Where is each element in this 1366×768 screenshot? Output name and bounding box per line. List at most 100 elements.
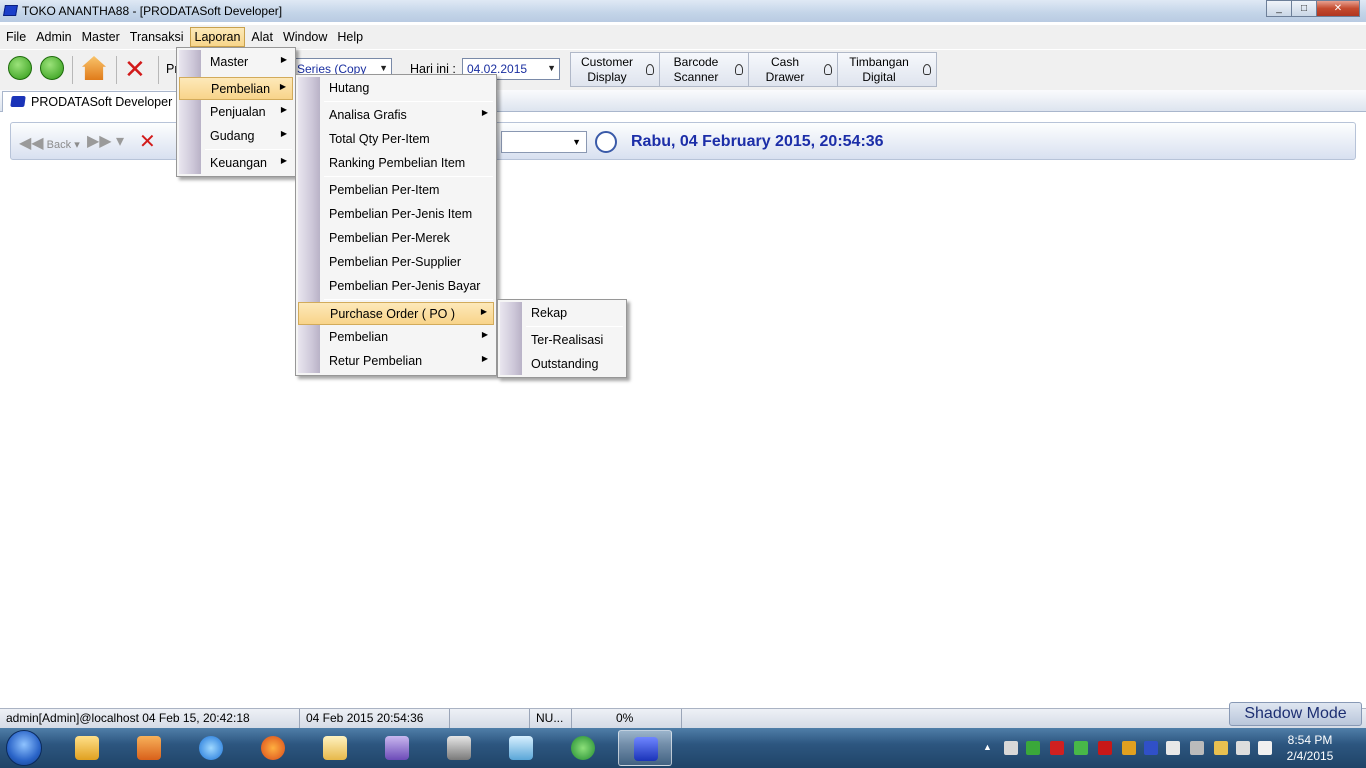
bulb-icon <box>735 64 743 75</box>
tray-icon[interactable] <box>1004 741 1018 755</box>
tray-icon[interactable] <box>1166 741 1180 755</box>
shadow-mode-button[interactable]: Shadow Mode <box>1229 702 1362 726</box>
tab-prodatasoft-developer[interactable]: PRODATASoft Developer <box>2 91 180 112</box>
menu-item-pembelian-sub[interactable]: Pembelian ▶ <box>298 326 494 349</box>
menu-item-per-merek[interactable]: Pembelian Per-Merek <box>298 227 494 250</box>
status-bar: admin[Admin]@localhost 04 Feb 15, 20:42:… <box>0 708 1366 728</box>
menu-item-ter-realisasi[interactable]: Ter-Realisasi <box>500 329 624 352</box>
tray-icon[interactable] <box>1098 741 1112 755</box>
forward-button[interactable]: ▶▶ ▾ <box>87 131 124 151</box>
device-label: Scanner <box>673 70 719 84</box>
close-x-icon[interactable]: ✕ <box>124 54 146 85</box>
menu-item-ranking[interactable]: Ranking Pembelian Item <box>298 152 494 175</box>
tray-expand-icon[interactable]: ▲ <box>983 742 992 752</box>
home-icon[interactable] <box>82 56 106 80</box>
menu-item-label: Master <box>210 55 249 69</box>
app-taskbar-button[interactable] <box>370 730 424 766</box>
firefox-taskbar-button[interactable] <box>246 730 300 766</box>
media-player-icon <box>137 736 161 760</box>
network-icon[interactable] <box>1214 741 1228 755</box>
submenu-arrow-icon: ▶ <box>280 55 287 64</box>
volume-icon[interactable] <box>1236 741 1250 755</box>
notepad-taskbar-button[interactable] <box>308 730 362 766</box>
stop-icon[interactable]: ✕ <box>139 129 156 154</box>
minimize-button[interactable]: _ <box>1266 0 1292 17</box>
explorer-taskbar-button[interactable] <box>60 730 114 766</box>
menu-item-label: Gudang <box>210 129 255 143</box>
menu-item-per-supplier[interactable]: Pembelian Per-Supplier <box>298 251 494 274</box>
tray-icon[interactable] <box>1190 741 1204 755</box>
menu-item-per-jenis-item[interactable]: Pembelian Per-Jenis Item <box>298 203 494 226</box>
forward-arrow-icon[interactable] <box>40 56 64 80</box>
menu-laporan[interactable]: Laporan <box>189 27 246 47</box>
address-combo[interactable]: ▼ <box>501 131 587 153</box>
clock-date: 2/4/2015 <box>1286 749 1334 763</box>
device-label: Display <box>587 70 627 84</box>
firefox-icon <box>261 736 285 760</box>
timbangan-digital-button[interactable]: Timbangan Digital <box>837 52 937 87</box>
system-clock[interactable]: 8:54 PM 2/4/2015 <box>1280 732 1340 764</box>
tray-icon[interactable] <box>1050 741 1064 755</box>
status-progress: 0% <box>572 709 682 728</box>
ie-taskbar-button[interactable] <box>184 730 238 766</box>
menu-item-retur-pembelian[interactable]: Retur Pembelian ▶ <box>298 350 494 373</box>
menu-item-rekap[interactable]: Rekap <box>500 302 624 325</box>
customer-display-button[interactable]: Customer Display <box>570 52 660 87</box>
submenu-arrow-icon: ▶ <box>480 307 487 316</box>
tray-icon[interactable] <box>1074 741 1088 755</box>
menu-file[interactable]: File <box>2 28 30 46</box>
menu-item-keuangan[interactable]: Keuangan ▶ <box>179 152 293 175</box>
maximize-button[interactable]: □ <box>1291 0 1317 17</box>
menu-item-master[interactable]: Master ▶ <box>179 51 293 74</box>
chevron-down-icon: ▼ <box>379 63 388 73</box>
menu-item-purchase-order[interactable]: Purchase Order ( PO ) ▶ <box>298 302 494 325</box>
current-datetime: Rabu, 04 February 2015, 20:54:36 <box>631 133 884 150</box>
tray-icon[interactable] <box>1122 741 1136 755</box>
menu-alat[interactable]: Alat <box>247 28 277 46</box>
barcode-scanner-button[interactable]: Barcode Scanner <box>659 52 749 87</box>
folder-icon <box>75 736 99 760</box>
menu-item-hutang[interactable]: Hutang <box>298 77 494 100</box>
tray-icon[interactable] <box>1026 741 1040 755</box>
menu-item-label: Analisa Grafis <box>329 108 407 122</box>
menu-item-per-item[interactable]: Pembelian Per-Item <box>298 179 494 202</box>
device-label: Customer <box>580 55 633 69</box>
submenu-arrow-icon: ▶ <box>481 108 488 117</box>
submenu-arrow-icon: ▶ <box>280 156 287 165</box>
menu-transaksi[interactable]: Transaksi <box>126 28 188 46</box>
status-datetime: 04 Feb 2015 20:54:36 <box>300 709 450 728</box>
menu-item-analisa-grafis[interactable]: Analisa Grafis ▶ <box>298 104 494 127</box>
device-label: Drawer <box>765 70 805 84</box>
menu-window[interactable]: Window <box>279 28 331 46</box>
bluetooth-icon[interactable] <box>1144 741 1158 755</box>
chevron-down-icon: ▼ <box>547 63 556 73</box>
menu-item-gudang[interactable]: Gudang ▶ <box>179 125 293 148</box>
prodatasoft-taskbar-button[interactable] <box>618 730 672 766</box>
menu-admin[interactable]: Admin <box>32 28 75 46</box>
start-button[interactable] <box>6 730 42 766</box>
menu-item-penjualan[interactable]: Penjualan ▶ <box>179 101 293 124</box>
cash-drawer-button[interactable]: Cash Drawer <box>748 52 838 87</box>
back-button[interactable]: ◀◀ Back ▾ <box>19 133 80 153</box>
back-arrow-icon[interactable] <box>8 56 32 80</box>
menu-item-label: Keuangan <box>210 156 268 170</box>
menu-item-outstanding[interactable]: Outstanding <box>500 353 624 376</box>
close-button[interactable]: ✕ <box>1316 0 1360 17</box>
device-label: Barcode <box>673 55 719 69</box>
menu-item-label: Retur Pembelian <box>329 354 423 368</box>
menu-item-total-qty[interactable]: Total Qty Per-Item <box>298 128 494 151</box>
menu-item-label: Purchase Order ( PO ) <box>330 307 456 321</box>
chevron-down-icon: ▼ <box>572 137 581 147</box>
app-taskbar-button[interactable] <box>432 730 486 766</box>
skype-icon[interactable] <box>1258 741 1272 755</box>
menu-item-per-jenis-bayar[interactable]: Pembelian Per-Jenis Bayar <box>298 275 494 298</box>
menu-help[interactable]: Help <box>333 28 367 46</box>
window-icon <box>447 736 471 760</box>
globe-taskbar-button[interactable] <box>556 730 610 766</box>
menu-item-pembelian[interactable]: Pembelian ▶ <box>179 77 293 100</box>
clock-time: 8:54 PM <box>1287 733 1333 747</box>
app-taskbar-button[interactable] <box>494 730 548 766</box>
media-player-taskbar-button[interactable] <box>122 730 176 766</box>
tab-label: PRODATASoft Developer <box>31 95 173 109</box>
menu-master[interactable]: Master <box>78 28 124 46</box>
